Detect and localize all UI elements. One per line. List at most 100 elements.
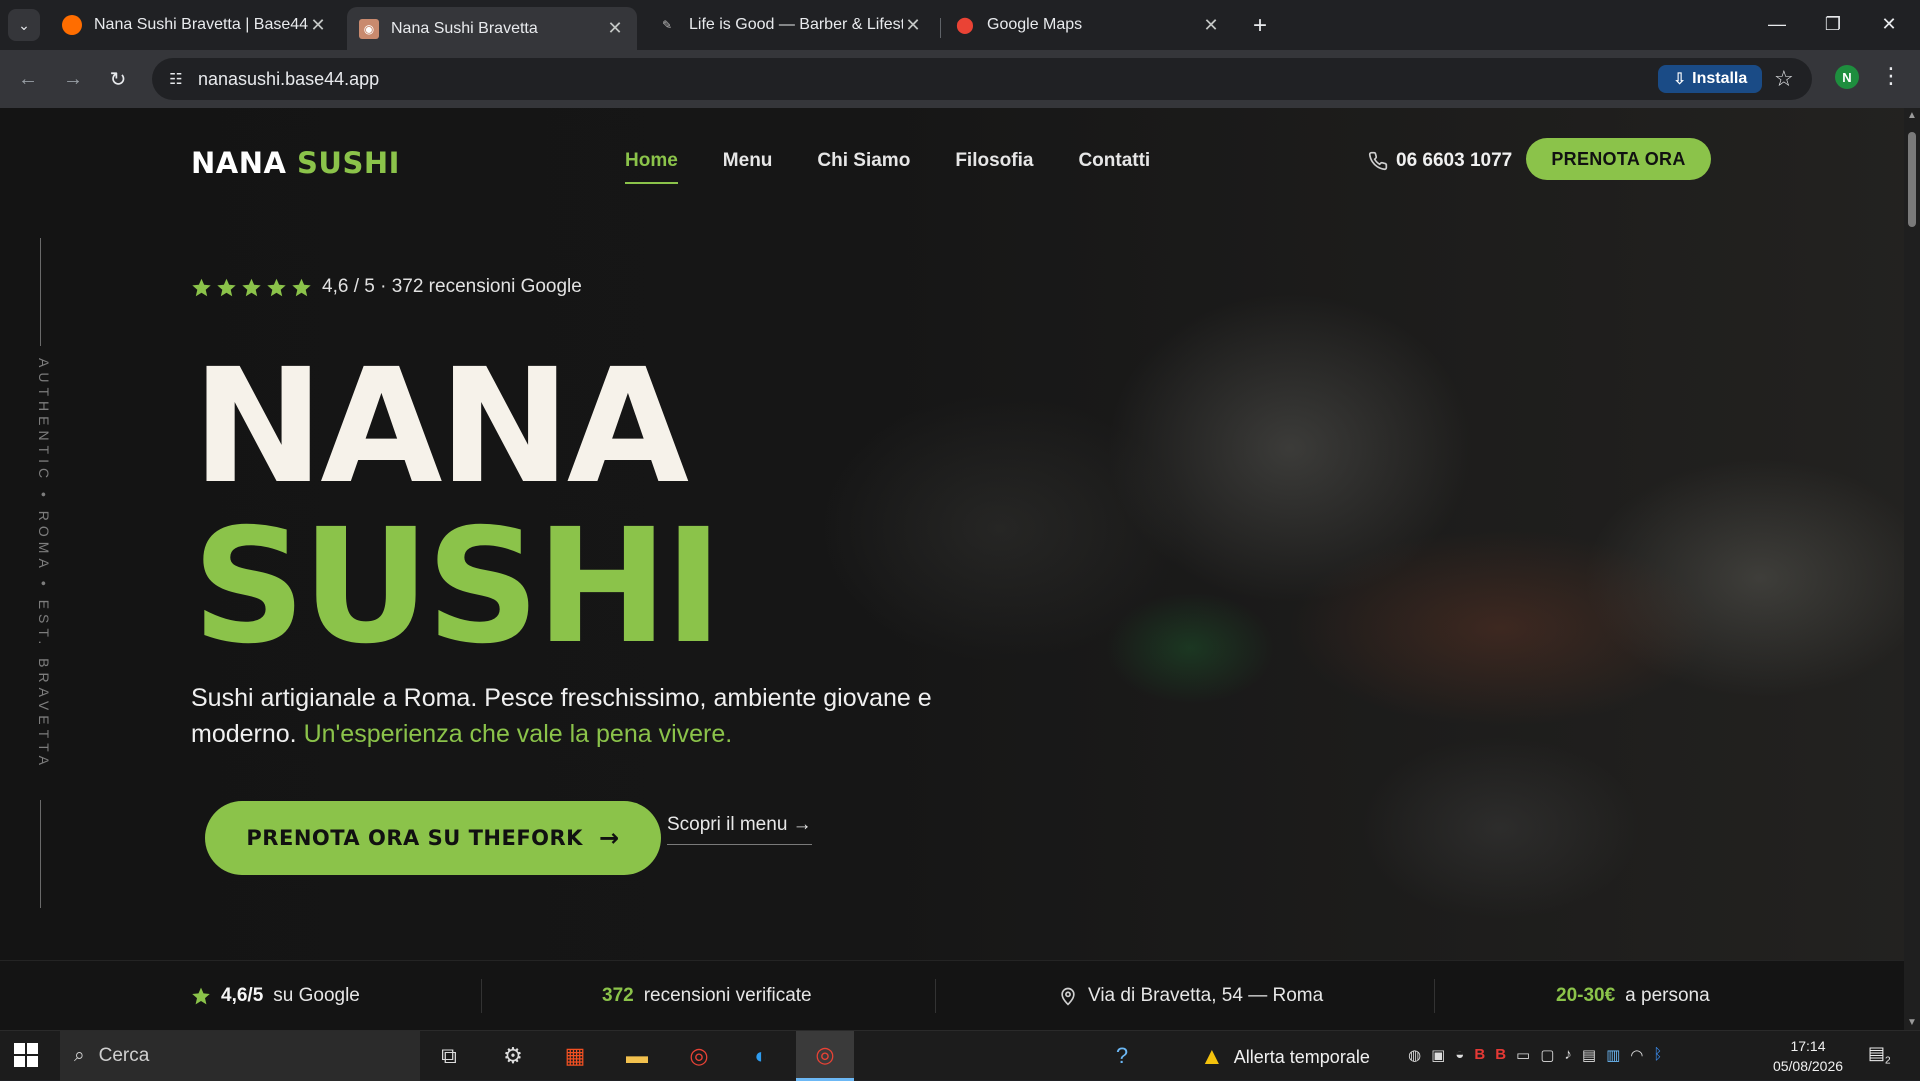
warning-icon: ▲ [1200,1043,1224,1070]
info-price: 20-30€ a persona [1556,979,1710,1013]
phone-link[interactable]: 06 6603 1077 [1368,150,1512,172]
scroll-down-icon[interactable]: ▼ [1906,1017,1918,1028]
clock-date: 05/08/2026 [1772,1058,1844,1074]
cta-label: PRENOTA ORA SU THEFORK [246,826,583,850]
address-bar[interactable]: ☷ nanasushi.base44.app ⇩ Installa ☆ [152,58,1812,100]
tab-search-button[interactable]: ⌄ [8,9,40,41]
clock-time: 17:14 [1790,1038,1826,1054]
nav-contatti[interactable]: Contatti [1078,150,1150,184]
windows-taskbar: ⌕ Cerca ⧉ ⚙ ▦ ▬ ◎ ◐ ◎ ? ▲ Allerta tempor… [0,1030,1920,1081]
tab-google-maps[interactable]: ⬤ Google Maps ✕ [943,7,1233,43]
epic-games-icon[interactable]: ▣ [1431,1046,1445,1064]
tab-nana-sushi-base44[interactable]: Nana Sushi Bravetta | Base44 ✕ [50,7,340,43]
display-icon[interactable]: ▤ [1582,1046,1596,1064]
book-now-button[interactable]: PRENOTA ORA [1526,138,1711,180]
close-icon[interactable]: ✕ [903,15,923,36]
meet-now-icon[interactable]: ▢ [1540,1046,1554,1064]
info-rating-value: 4,6/5 [221,985,264,1006]
profile-avatar[interactable]: N [1835,65,1859,89]
nav-filosofia[interactable]: Filosofia [955,150,1033,184]
url-text[interactable]: nanasushi.base44.app [198,69,379,90]
new-tab-icon[interactable]: + [1246,12,1274,40]
restore-icon[interactable]: ❐ [1810,8,1856,40]
nav-menu[interactable]: Menu [723,150,773,184]
reload-icon[interactable]: ↻ [102,63,134,95]
info-price-label: a persona [1625,985,1710,1006]
star-icon [192,987,210,1005]
search-icon: ⌕ [74,1045,85,1066]
back-icon[interactable]: ← [12,63,44,95]
info-address-text: Via di Bravetta, 54 — Roma [1088,985,1324,1006]
minimize-icon[interactable]: — [1754,8,1800,40]
scroll-up-icon[interactable]: ▲ [1906,110,1918,121]
close-icon[interactable]: ✕ [308,15,328,36]
info-reviews-value: 372 [602,985,634,1006]
taskbar-search[interactable]: ⌕ Cerca [60,1031,420,1081]
app-b-icon[interactable]: B [1474,1046,1485,1064]
scroll-thumb[interactable] [1908,132,1916,227]
tab-life-is-good[interactable]: ✎ Life is Good — Barber & Lifestyle ✕ [645,7,935,43]
star-icon [292,278,311,296]
rating-text: 4,6 / 5 · 372 recensioni Google [322,276,582,297]
close-icon[interactable]: ✕ [1201,15,1221,36]
store-icon[interactable]: ▦ [558,1039,592,1073]
map-pin-favicon-icon: ⬤ [956,17,974,34]
site-logo[interactable]: NANA SUSHI [191,146,400,180]
taskbar-clock[interactable]: 17:14 05/08/2026 [1768,1036,1848,1076]
chevron-down-icon: ⌄ [18,16,30,33]
info-bar: 4,6/5 su Google 372 recensioni verificat… [0,960,1904,1030]
install-app-button[interactable]: ⇩ Installa [1658,65,1762,93]
book-thefork-button[interactable]: PRENOTA ORA SU THEFORK → [205,801,661,875]
battery-icon[interactable]: ▭ [1516,1046,1530,1064]
install-label: Installa [1692,70,1748,87]
windows-start-icon[interactable] [14,1043,38,1067]
bluetooth-icon[interactable]: ᛒ [1653,1046,1662,1064]
edge-icon[interactable]: ◐ [744,1039,778,1073]
base44-favicon-icon [62,15,82,35]
browser-tabbar: ⌄ Nana Sushi Bravetta | Base44 ✕ ◉ Nana … [0,0,1920,50]
main-nav: Home Menu Chi Siamo Filosofia Contatti [625,150,1150,184]
window-close-icon[interactable]: ✕ [1866,8,1912,40]
browser-toolbar: ← → ↻ ☷ nanasushi.base44.app ⇩ Installa … [0,50,1920,108]
info-address: Via di Bravetta, 54 — Roma [1058,979,1323,1013]
nav-home[interactable]: Home [625,150,678,184]
network-icon[interactable]: ▥ [1606,1046,1620,1064]
settings-gear-icon[interactable]: ⚙ [496,1039,530,1073]
close-icon[interactable]: ✕ [605,18,625,39]
app-b-alt-icon[interactable]: B [1495,1046,1506,1064]
tab-nana-sushi-bravetta[interactable]: ◉ Nana Sushi Bravetta ✕ [347,7,637,50]
side-line-bottom [40,800,41,908]
forward-icon[interactable]: → [57,63,89,95]
bookmark-star-icon[interactable]: ☆ [1774,66,1794,92]
info-rating-label: su Google [273,985,360,1006]
tab-title: Google Maps [987,16,1083,33]
weather-text: Allerta temporale [1233,1046,1370,1067]
weather-widget[interactable]: ▲ Allerta temporale [1200,1043,1370,1071]
help-icon[interactable]: ? [1105,1039,1139,1073]
site-settings-icon[interactable]: ☷ [164,67,188,91]
file-explorer-icon[interactable]: ▬ [620,1039,654,1073]
chrome-icon[interactable]: ◎ [682,1039,716,1073]
tagline-accent: Un'esperienza che vale la pena vivere. [303,720,733,748]
nav-chi-siamo[interactable]: Chi Siamo [817,150,910,184]
discover-menu-link[interactable]: Scopri il menu → [667,814,812,845]
phone-number: 06 6603 1077 [1396,150,1513,171]
burger-icon[interactable]: ◒ [1455,1046,1464,1064]
rating-stars [191,277,312,298]
install-icon: ⇩ [1672,71,1687,88]
volume-icon[interactable]: ♪ [1564,1046,1572,1064]
hero-title-line2: SUSHI [192,495,723,679]
star-icon [267,278,286,296]
discord-icon[interactable]: ◍ [1408,1046,1421,1064]
wifi-icon[interactable]: ◠ [1630,1046,1643,1064]
chrome-profile-icon[interactable]: ◎ [796,1031,854,1081]
page-scrollbar[interactable]: ▲ ▼ [1904,108,1920,1030]
side-line-top [40,238,41,346]
info-separator [935,979,936,1013]
info-separator [481,979,482,1013]
task-view-icon[interactable]: ⧉ [432,1039,466,1073]
notifications-icon[interactable]: ▤2 [1868,1043,1894,1069]
hero-title-line1: NANA [192,335,689,519]
arrow-right-icon: → [598,824,620,852]
menu-kebab-icon[interactable]: ⋮ [1880,63,1902,89]
